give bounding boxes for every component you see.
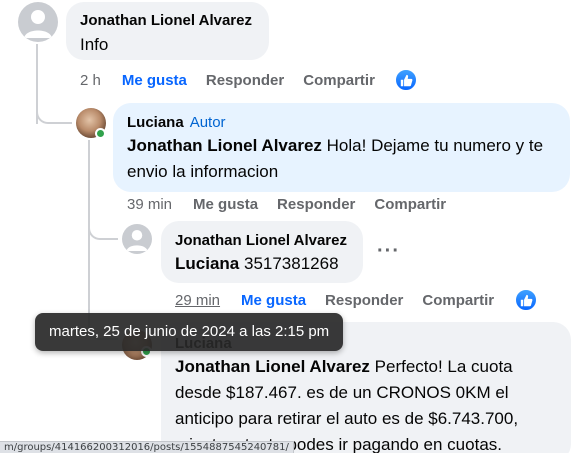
comment-message: 3517381268 bbox=[243, 254, 339, 273]
comment-text: Jonathan Lionel Alvarez Perfecto! La cuo… bbox=[175, 354, 557, 453]
comment-actions-3: 29 min Me gusta Responder Compartir bbox=[175, 292, 513, 309]
comment-time[interactable]: 29 min bbox=[175, 292, 220, 309]
default-user-icon bbox=[24, 10, 52, 38]
reply-button[interactable]: Responder bbox=[325, 292, 403, 309]
share-button[interactable]: Compartir bbox=[374, 196, 446, 213]
mention-link[interactable]: Jonathan Lionel Alvarez bbox=[175, 357, 370, 376]
comment-bubble-3: Jonathan Lionel Alvarez Luciana 35173812… bbox=[161, 221, 363, 283]
author-badge: Autor bbox=[189, 114, 226, 131]
default-user-icon bbox=[126, 230, 148, 251]
comment-text: Luciana 3517381268 bbox=[175, 251, 349, 277]
online-status-icon bbox=[95, 128, 106, 139]
comment-author[interactable]: Jonathan Lionel Alvarez bbox=[175, 231, 349, 251]
like-button[interactable]: Me gusta bbox=[193, 196, 258, 213]
share-button[interactable]: Compartir bbox=[422, 292, 494, 309]
timestamp-tooltip: martes, 25 de junio de 2024 a las 2:15 p… bbox=[35, 313, 344, 351]
like-button[interactable]: Me gusta bbox=[241, 292, 306, 309]
comment-author[interactable]: Jonathan Lionel Alvarez bbox=[80, 11, 255, 31]
mention-link[interactable]: Jonathan Lionel Alvarez bbox=[127, 136, 322, 155]
like-reaction-icon[interactable] bbox=[515, 289, 537, 311]
share-button[interactable]: Compartir bbox=[303, 72, 375, 89]
like-reaction-icon[interactable] bbox=[395, 69, 417, 91]
avatar-default[interactable] bbox=[18, 2, 58, 42]
comment-time[interactable]: 2 h bbox=[80, 72, 101, 89]
comment-actions-2: 39 min Me gusta Responder Compartir bbox=[127, 196, 465, 213]
comment-header: Luciana Autor bbox=[127, 113, 556, 133]
comment-text: Info bbox=[80, 35, 109, 54]
comment-bubble-1: Jonathan Lionel Alvarez Info bbox=[66, 2, 269, 60]
more-options-icon[interactable]: ··· bbox=[377, 241, 400, 261]
status-bar-url: m/groups/414166200312016/posts/155488754… bbox=[0, 441, 294, 453]
thread-curve-reply-1 bbox=[36, 100, 72, 124]
like-button[interactable]: Me gusta bbox=[122, 72, 187, 89]
comment-actions-1: 2 h Me gusta Responder Compartir bbox=[80, 72, 394, 89]
comment-bubble-2: Luciana Autor Jonathan Lionel Alvarez Hol… bbox=[113, 103, 570, 192]
mention-link[interactable]: Luciana bbox=[175, 254, 239, 273]
avatar-default[interactable] bbox=[122, 224, 152, 254]
thread-curve-reply-2 bbox=[88, 216, 118, 240]
comment-time[interactable]: 39 min bbox=[127, 196, 172, 213]
reply-button[interactable]: Responder bbox=[206, 72, 284, 89]
comment-author[interactable]: Luciana bbox=[127, 114, 184, 131]
comment-text: Jonathan Lionel Alvarez Hola! Dejame tu … bbox=[127, 133, 556, 185]
reply-button[interactable]: Responder bbox=[277, 196, 355, 213]
